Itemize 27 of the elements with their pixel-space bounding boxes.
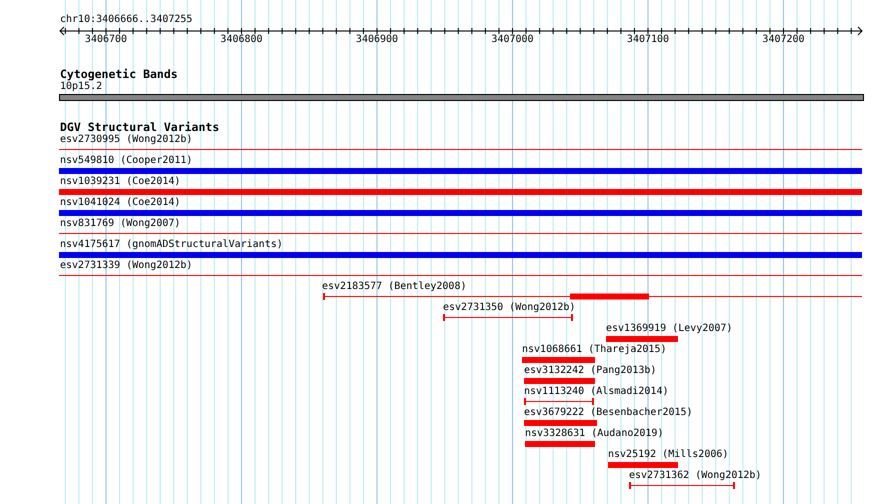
variant-label: nsv549810 (Cooper2011) xyxy=(60,155,192,167)
variant-label: esv3679222 (Besenbacher2015) xyxy=(524,407,693,419)
variant-label: nsv1041024 (Coe2014) xyxy=(60,197,180,209)
location-text: chr10:3406666..3407255 xyxy=(60,14,192,26)
band-label: 10p15.2 xyxy=(60,81,102,93)
track-title: Cytogenetic Bands xyxy=(60,68,179,81)
variant-label: esv1369919 (Levy2007) xyxy=(606,323,732,335)
variant-label: nsv1039231 (Coe2014) xyxy=(60,176,180,188)
variant-label: esv2183577 (Bentley2008) xyxy=(322,281,466,293)
ruler-tick-label: 3407200 xyxy=(762,34,805,46)
ruler-tick-label: 3406900 xyxy=(356,34,398,46)
variant-label: nsv1113240 (Alsmadi2014) xyxy=(524,386,668,398)
variant-label: nsv4175617 (gnomADStructuralVariants) xyxy=(60,239,283,251)
variant-label: esv2731350 (Wong2012b) xyxy=(443,302,576,314)
variant-label: nsv831769 (Wong2007) xyxy=(60,218,180,230)
ruler-tick-label: 3407000 xyxy=(491,34,534,46)
ruler-tick-label: 3406800 xyxy=(220,34,263,46)
variant-label: esv3132242 (Pang2013b) xyxy=(524,365,656,377)
variant-label: esv2731339 (Wong2012b) xyxy=(60,260,192,272)
variant-label: nsv25192 (Mills2006) xyxy=(608,449,728,461)
variant-label: nsv1068661 (Thareja2015) xyxy=(522,344,666,356)
variant-label: esv2730995 (Wong2012b) xyxy=(60,134,192,146)
ruler-tick-label: 3407100 xyxy=(626,34,670,46)
variant-label: esv2731362 (Wong2012b) xyxy=(629,470,762,482)
variant-label: nsv3328631 (Audano2019) xyxy=(525,428,664,440)
track-title: DGV Structural Variants xyxy=(60,121,220,134)
ruler-tick-label: 3406700 xyxy=(84,34,128,46)
